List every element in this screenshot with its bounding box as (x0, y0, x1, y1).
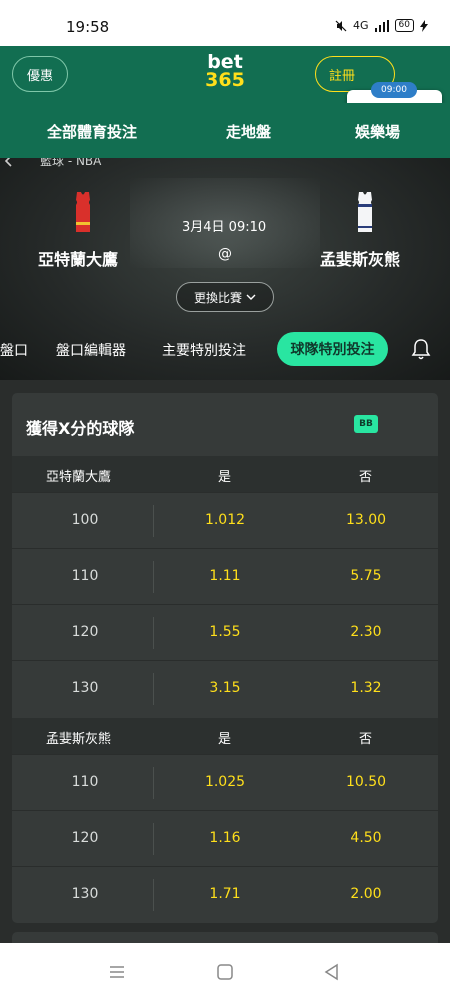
bell-icon[interactable] (411, 338, 431, 360)
points-line: 100 (71, 512, 99, 528)
breadcrumb[interactable]: 籃球 - NBA (40, 158, 101, 169)
points-line: 130 (71, 886, 99, 902)
back-icon[interactable] (322, 962, 342, 982)
app-page: 19:58 4G 60 優惠 bet 365 註冊 09:00 VS 全部體育投… (0, 0, 450, 1000)
home-team-name: 亞特蘭大鷹 (38, 250, 119, 269)
home-icon[interactable] (215, 962, 235, 982)
chevron-down-icon (246, 294, 256, 300)
nav-casino[interactable]: 娛樂場 (355, 121, 400, 142)
odds-yes[interactable]: 1.16 (192, 830, 258, 846)
column-team: 亞特蘭大鷹 (46, 470, 112, 485)
column-no: 否 (359, 470, 373, 485)
home-jersey-icon (76, 192, 90, 232)
odds-no[interactable]: 13.00 (336, 512, 396, 528)
odds-no[interactable]: 10.50 (336, 774, 396, 790)
odds-no[interactable]: 2.00 (336, 886, 396, 902)
tab-bet-builder[interactable]: 盤口編輯器 (56, 340, 126, 360)
tab-main-specials[interactable]: 主要特別投注 (162, 340, 246, 360)
odds-yes[interactable]: 1.55 (192, 624, 258, 640)
odds-no[interactable]: 2.30 (336, 624, 396, 640)
odds-row: 120 1.55 2.30 (12, 604, 438, 660)
odds-yes[interactable]: 1.71 (192, 886, 258, 902)
divider (153, 673, 154, 705)
points-line: 110 (71, 568, 99, 584)
charging-icon (420, 19, 428, 32)
status-time: 19:58 (66, 18, 110, 36)
status-icons: 4G 60 (335, 19, 428, 32)
odds-row: 130 1.71 2.00 (12, 866, 438, 922)
odds-row: 100 1.012 13.00 (12, 492, 438, 548)
main-nav: 全部體育投注 走地盤 娛樂場 (0, 103, 450, 158)
divider (153, 879, 154, 911)
market-title[interactable]: 獲得X分的球隊 (26, 415, 134, 439)
market-column-header: 孟婓斯灰熊 是 否 (12, 718, 438, 754)
points-line: 120 (71, 624, 99, 640)
points-line: 110 (71, 774, 99, 790)
divider (153, 767, 154, 799)
match-date: 3月4日 09:10 (182, 220, 267, 235)
divider (153, 823, 154, 855)
match-header: 籃球 - NBA 亞特蘭大鷹 3月4日 09:10 @ 孟婓斯灰熊 更換比賽 盤… (0, 158, 450, 380)
odds-yes[interactable]: 1.025 (192, 774, 258, 790)
back-chevron-icon[interactable] (2, 158, 16, 168)
points-line: 120 (71, 830, 99, 846)
market-column-header: 亞特蘭大鷹 是 否 (12, 456, 438, 492)
nav-in-play[interactable]: 走地盤 (226, 121, 271, 142)
status-bar: 19:58 4G 60 (0, 0, 450, 46)
column-team: 孟婓斯灰熊 (46, 732, 112, 747)
divider (153, 505, 154, 537)
system-nav-bar (0, 943, 450, 1000)
divider (153, 617, 154, 649)
column-yes: 是 (218, 732, 232, 747)
battery-indicator: 60 (394, 19, 414, 32)
odds-row: 120 1.16 4.50 (12, 810, 438, 866)
signal-text: 4G (353, 19, 369, 32)
odds-yes[interactable]: 1.11 (192, 568, 258, 584)
away-team-name: 孟婓斯灰熊 (320, 250, 401, 269)
match-at: @ (218, 246, 232, 262)
odds-no[interactable]: 1.32 (336, 680, 396, 696)
promotions-button[interactable]: 優惠 (12, 56, 68, 92)
odds-row: 110 1.025 10.50 (12, 754, 438, 810)
divider (153, 561, 154, 593)
column-yes: 是 (218, 470, 232, 485)
odds-no[interactable]: 4.50 (336, 830, 396, 846)
signal-icon (374, 19, 389, 32)
odds-yes[interactable]: 3.15 (192, 680, 258, 696)
menu-icon[interactable] (107, 962, 127, 982)
tab-team-specials[interactable]: 球隊特別投注 (277, 332, 388, 366)
switch-match-button[interactable]: 更換比賽 (176, 282, 274, 312)
bet-builder-badge: BB (354, 415, 378, 433)
market-card: 獲得X分的球隊 BB 亞特蘭大鷹 是 否 100 1.012 13.00 110… (12, 393, 438, 923)
tab-markets[interactable]: 盤口 (0, 340, 28, 360)
switch-match-label: 更換比賽 (193, 290, 242, 305)
mute-icon (335, 20, 347, 31)
odds-row: 110 1.11 5.75 (12, 548, 438, 604)
logo-bottom: 365 (205, 69, 245, 91)
odds-row: 130 3.15 1.32 (12, 660, 438, 716)
away-jersey-icon (358, 192, 372, 232)
nav-all-sports[interactable]: 全部體育投注 (47, 121, 137, 142)
popup-time: 09:00 (371, 82, 417, 98)
app-header: 優惠 bet 365 註冊 09:00 VS (0, 46, 450, 144)
bet365-logo[interactable]: bet 365 (200, 53, 250, 91)
column-no: 否 (359, 732, 373, 747)
points-line: 130 (71, 680, 99, 696)
odds-yes[interactable]: 1.012 (192, 512, 258, 528)
odds-no[interactable]: 5.75 (336, 568, 396, 584)
